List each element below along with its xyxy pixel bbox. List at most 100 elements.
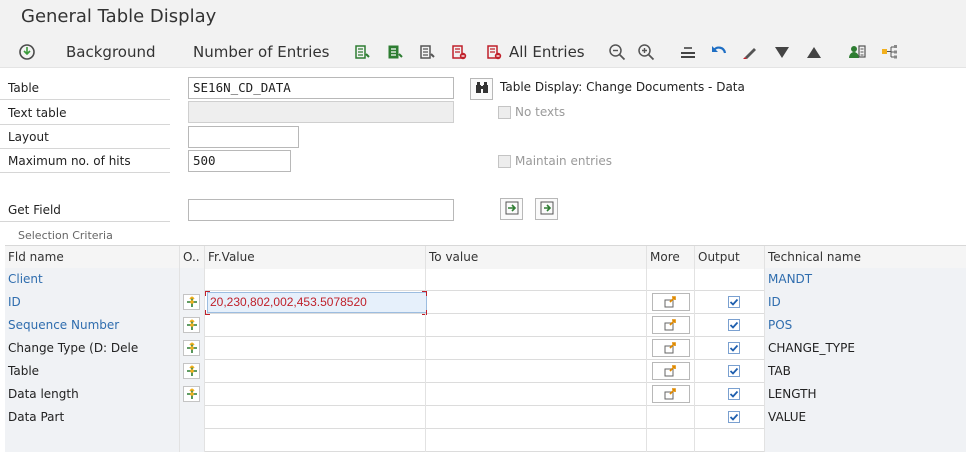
hierarchy-icon[interactable] <box>881 36 899 68</box>
select-option-icon[interactable] <box>183 386 200 402</box>
to-value-cell[interactable] <box>426 291 647 314</box>
output-cell <box>695 406 765 429</box>
operator-cell <box>180 406 205 429</box>
col-fld-name[interactable]: Fld name <box>5 246 180 269</box>
more-cell <box>647 406 695 429</box>
layout-input[interactable] <box>188 126 299 148</box>
title-bar: General Table Display <box>0 0 966 36</box>
more-cell <box>647 291 695 314</box>
table-row: Client MANDT <box>5 268 966 291</box>
field-name: Sequence Number <box>5 314 180 337</box>
output-checkbox[interactable] <box>728 365 740 377</box>
text-table-input <box>188 101 454 123</box>
get-field-button-2[interactable] <box>535 198 558 220</box>
background-button[interactable]: Background <box>66 36 156 68</box>
to-value-cell[interactable] <box>426 360 647 383</box>
to-value-cell[interactable] <box>426 383 647 406</box>
select-option-icon[interactable] <box>183 294 200 310</box>
select-option-icon[interactable] <box>183 340 200 356</box>
execute-icon <box>18 43 36 61</box>
from-value-cell[interactable] <box>205 360 426 383</box>
output-checkbox[interactable] <box>728 342 740 354</box>
to-value-cell[interactable] <box>426 337 647 360</box>
to-value-cell[interactable] <box>426 314 647 337</box>
move-down-icon[interactable] <box>773 36 791 68</box>
more-cell <box>647 337 695 360</box>
field-name: ID <box>5 291 180 314</box>
all-entries-button[interactable]: All Entries <box>485 36 585 68</box>
no-texts-checkbox[interactable] <box>498 106 511 119</box>
table-input[interactable]: SE16N_CD_DATA <box>188 77 454 99</box>
col-op[interactable]: O.. <box>180 246 205 269</box>
from-value-cell[interactable]: 20,230,802,002,453.5078520 <box>205 291 427 315</box>
from-value-cell[interactable] <box>205 383 426 406</box>
maintain-entries-label: Maintain entries <box>515 154 613 168</box>
display-fields-icon[interactable] <box>419 36 435 68</box>
multiple-selection-icon[interactable] <box>652 362 690 380</box>
table-display-button[interactable] <box>470 78 493 100</box>
technical-name: VALUE <box>765 406 966 429</box>
all-entries-label: All Entries <box>509 43 585 61</box>
transfer-icon <box>505 201 519 218</box>
technical-name: POS <box>765 314 966 337</box>
operator-cell <box>180 383 205 406</box>
field-name: Table <box>5 360 180 383</box>
col-more[interactable]: More <box>647 246 695 269</box>
selection-criteria-title: Selection Criteria <box>18 229 113 242</box>
from-value-cell[interactable] <box>205 314 426 337</box>
field-name: Data Part <box>5 406 180 429</box>
field-name: Data length <box>5 383 180 406</box>
grid-header: Fld name O.. Fr.Value To value More Outp… <box>5 245 966 269</box>
output-cell <box>695 314 765 337</box>
get-field-input[interactable] <box>188 199 454 221</box>
add-selection-icon[interactable] <box>354 36 370 68</box>
from-value-cell[interactable] <box>205 337 426 360</box>
multiple-selection-icon[interactable] <box>652 293 690 311</box>
output-checkbox[interactable] <box>728 319 740 331</box>
multiple-selection-icon[interactable] <box>652 385 690 403</box>
move-up-icon[interactable] <box>805 36 823 68</box>
more-cell <box>647 314 695 337</box>
operator-cell <box>180 268 205 291</box>
from-value-cell[interactable] <box>205 268 426 291</box>
max-hits-input[interactable]: 500 <box>188 150 291 172</box>
output-checkbox[interactable] <box>728 388 740 400</box>
multiple-selection-icon[interactable] <box>652 339 690 357</box>
user-settings-icon[interactable] <box>848 36 866 68</box>
from-value-input[interactable]: 20,230,802,002,453.5078520 <box>207 292 427 313</box>
zoom-in-icon[interactable] <box>637 36 655 68</box>
col-tech[interactable]: Technical name <box>765 246 966 269</box>
select-option-icon[interactable] <box>183 363 200 379</box>
output-cell <box>695 291 765 314</box>
col-to[interactable]: To value <box>426 246 647 269</box>
undo-icon[interactable] <box>710 36 728 68</box>
more-cell <box>647 360 695 383</box>
col-from[interactable]: Fr.Value <box>205 246 426 269</box>
technical-name: ID <box>765 291 966 314</box>
to-value-cell[interactable] <box>426 406 647 429</box>
delete-selection-icon[interactable] <box>451 36 467 68</box>
output-cell <box>695 268 765 291</box>
output-checkbox[interactable] <box>728 296 740 308</box>
maintain-entries-checkbox[interactable] <box>498 155 511 168</box>
technical-name: TAB <box>765 360 966 383</box>
toolbar: Background Number of Entries All Entries <box>0 36 966 68</box>
align-icon[interactable] <box>679 36 697 68</box>
execute-button[interactable] <box>18 36 36 68</box>
number-of-entries-button[interactable]: Number of Entries <box>193 36 330 68</box>
zoom-out-icon[interactable] <box>608 36 626 68</box>
table-row: Data Part VALUE <box>5 406 966 429</box>
edit-pen-icon[interactable] <box>741 36 759 68</box>
multiple-selection-icon[interactable] <box>652 316 690 334</box>
select-option-icon[interactable] <box>183 317 200 333</box>
choose-fields-icon[interactable] <box>387 36 403 68</box>
output-checkbox[interactable] <box>728 411 740 423</box>
table-row: Change Type (D: Dele CHANGE_TYPE <box>5 337 966 360</box>
binoculars-icon <box>475 81 489 98</box>
field-name: Client <box>5 268 180 291</box>
from-value-cell[interactable] <box>205 406 426 429</box>
to-value-cell[interactable] <box>426 268 647 291</box>
get-field-button-1[interactable] <box>500 198 523 220</box>
operator-cell <box>180 291 205 314</box>
col-output[interactable]: Output <box>695 246 765 269</box>
